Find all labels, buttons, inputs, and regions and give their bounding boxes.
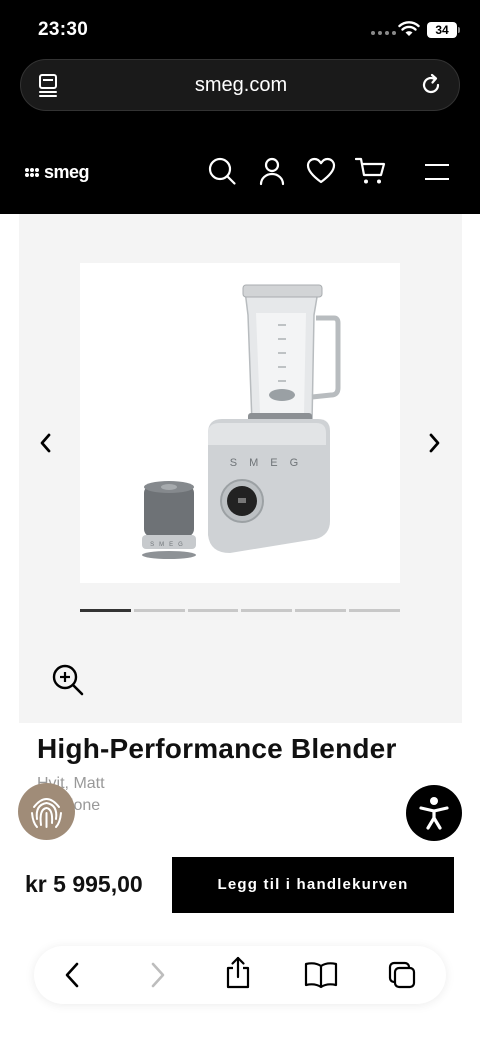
smeg-logo[interactable]: smeg (25, 162, 90, 183)
address-bar[interactable]: smeg.com (20, 59, 460, 111)
gallery-dot[interactable] (295, 609, 347, 612)
fingerprint-icon (31, 798, 62, 828)
reload-icon[interactable] (419, 73, 443, 97)
gallery-progress (80, 609, 400, 612)
accessibility-button[interactable] (406, 785, 462, 841)
add-to-cart-button[interactable]: Legg til i handlekurven (172, 857, 454, 913)
zoom-in-icon[interactable] (51, 663, 85, 697)
blender-illustration: SMEG SMEG (142, 284, 341, 559)
menu-icon[interactable] (424, 162, 450, 182)
accessibility-icon (419, 797, 449, 830)
battery-tip (458, 27, 460, 33)
product-price: kr 5 995,00 (25, 871, 143, 897)
logo-dots (25, 168, 43, 177)
gallery-dot[interactable] (187, 609, 239, 612)
logo-text: smeg (44, 162, 90, 182)
status-time: 23:30 (38, 19, 89, 40)
tabs-overview-icon[interactable] (387, 960, 417, 990)
search-icon[interactable] (207, 156, 237, 186)
gallery-dot[interactable] (349, 609, 400, 612)
battery-indicator: 34 (427, 22, 457, 38)
forward-icon[interactable] (146, 960, 168, 990)
back-icon[interactable] (62, 960, 84, 990)
status-bar: 23:30 34 (0, 0, 480, 58)
product-title: High-Performance Blender (37, 733, 397, 764)
product-gallery[interactable]: SMEG SMEG (19, 214, 462, 723)
browser-toolbar (34, 946, 446, 1004)
chevron-right-icon[interactable] (425, 432, 443, 454)
bookmarks-icon[interactable] (304, 960, 338, 990)
top-bar: 23:30 34 smeg.com smeg (0, 0, 480, 214)
pump-logo: SMEG (150, 542, 188, 548)
url-text[interactable]: smeg.com (21, 74, 461, 97)
product-image[interactable]: SMEG SMEG (80, 263, 400, 583)
base-logo: SMEG (230, 457, 310, 469)
wishlist-icon[interactable] (306, 156, 336, 186)
share-icon[interactable] (224, 956, 252, 990)
fingerprint-button[interactable] (18, 783, 75, 840)
wifi-icon (398, 21, 420, 36)
cart-icon[interactable] (355, 156, 387, 186)
signal-icon (371, 31, 396, 35)
gallery-dot[interactable] (133, 609, 185, 612)
gallery-dot[interactable] (241, 609, 293, 612)
gallery-dot[interactable] (80, 609, 131, 612)
chevron-left-icon[interactable] (37, 432, 55, 454)
site-nav: smeg (0, 150, 480, 194)
account-icon[interactable] (259, 156, 285, 186)
